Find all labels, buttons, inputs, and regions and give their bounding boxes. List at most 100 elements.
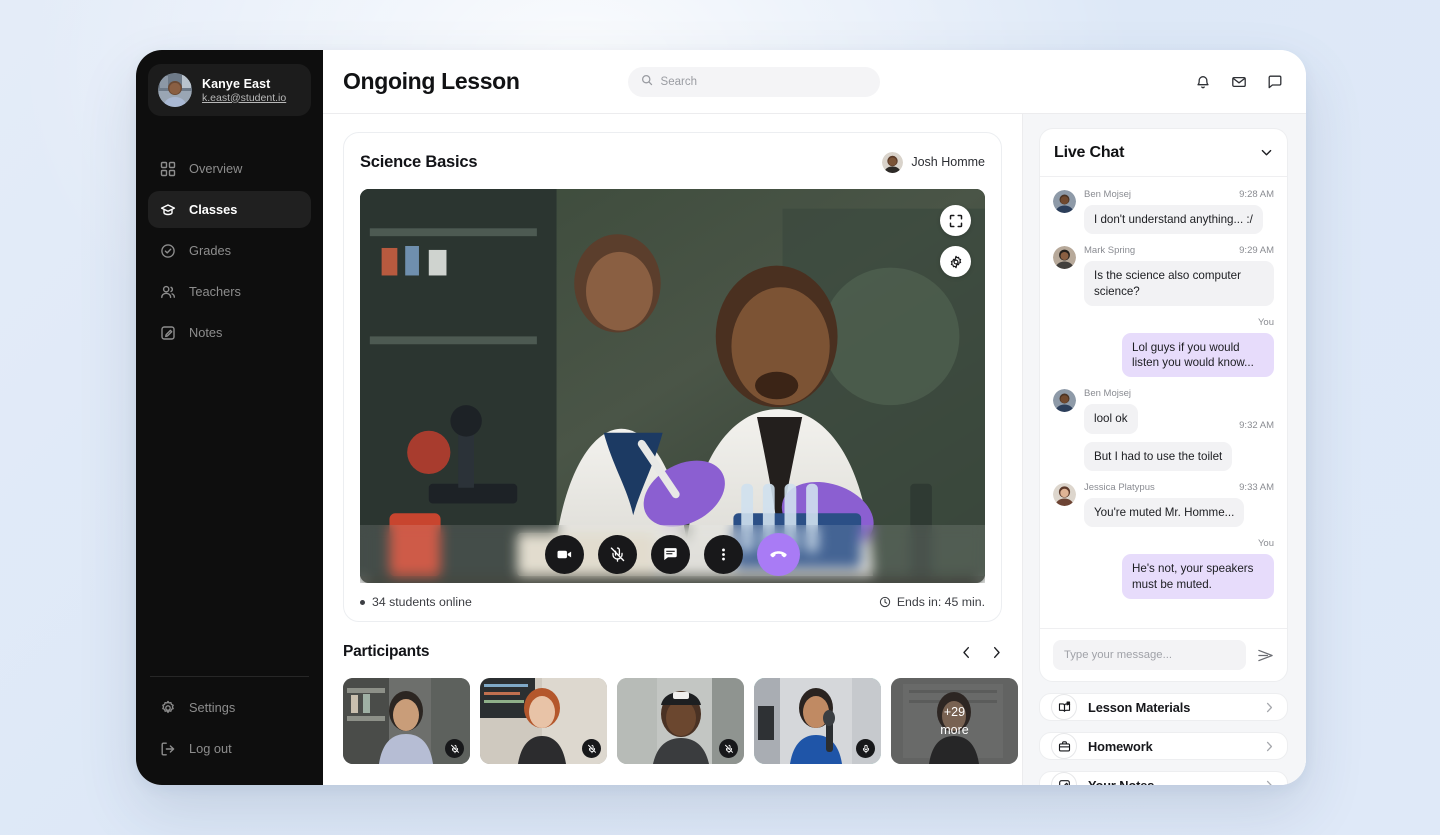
search-bar[interactable] bbox=[627, 66, 880, 97]
live-chat-card: Live Chat Ben Mojsej 9:28 AM I don't und… bbox=[1039, 128, 1288, 682]
message-author: Jessica Platypus bbox=[1084, 482, 1155, 494]
send-icon[interactable] bbox=[1256, 646, 1274, 664]
participant-tile-active[interactable] bbox=[754, 678, 881, 764]
sidebar-item-overview[interactable]: Overview bbox=[148, 150, 311, 187]
sidebar-item-grades[interactable]: Grades bbox=[148, 232, 311, 269]
end-call-icon[interactable] bbox=[757, 532, 800, 576]
message-author: Ben Mojsej bbox=[1084, 388, 1131, 400]
video-player[interactable] bbox=[360, 189, 985, 583]
homework-row[interactable]: Homework bbox=[1039, 732, 1288, 760]
search-input[interactable] bbox=[660, 75, 867, 88]
teacher-avatar bbox=[882, 151, 904, 173]
chat-message-own: You Lol guys if you would listen you wou… bbox=[1053, 317, 1274, 378]
profile-email[interactable]: k.east@student.io bbox=[202, 92, 286, 104]
mail-icon[interactable] bbox=[1230, 73, 1248, 91]
message-bubble: Lol guys if you would listen you would k… bbox=[1122, 332, 1274, 378]
mic-muted-icon bbox=[445, 739, 464, 758]
your-notes-row[interactable]: Your Notes bbox=[1039, 771, 1288, 785]
more-options-icon[interactable] bbox=[704, 534, 743, 574]
message-author: You bbox=[1257, 316, 1274, 328]
sidebar-item-classes[interactable]: Classes bbox=[148, 191, 311, 228]
teacher-info: Josh Homme bbox=[882, 151, 985, 173]
chat-icon[interactable] bbox=[651, 534, 690, 574]
message-bubble: You're muted Mr. Homme... bbox=[1084, 498, 1245, 528]
sidebar-item-logout[interactable]: Log out bbox=[148, 730, 311, 767]
message-input-wrap[interactable] bbox=[1053, 640, 1246, 670]
chat-message: Jessica Platypus 9:33 AM You're muted Mr… bbox=[1053, 482, 1274, 528]
message-author: Mark Spring bbox=[1084, 245, 1136, 257]
chat-input-area bbox=[1040, 628, 1287, 681]
more-label: more bbox=[940, 723, 969, 737]
sidebar-item-notes[interactable]: Notes bbox=[148, 314, 311, 351]
content-area: Science Basics Josh Homme 34 students on… bbox=[323, 114, 1306, 785]
lesson-ends-in: Ends in: 45 min. bbox=[879, 595, 985, 609]
participant-tiles: +29 more bbox=[343, 678, 1018, 764]
message-input[interactable] bbox=[1064, 649, 1235, 661]
ends-in-label: Ends in: 45 min. bbox=[896, 595, 985, 609]
sidebar-divider bbox=[150, 676, 309, 677]
more-participants-overlay: +29 more bbox=[891, 678, 1018, 764]
message-bubble: I don't understand anything... :/ bbox=[1084, 205, 1263, 235]
lesson-status-bar: 34 students online Ends in: 45 min. bbox=[360, 583, 985, 621]
participants-header: Participants bbox=[343, 638, 1002, 666]
sidebar-item-label: Grades bbox=[189, 243, 231, 258]
book-icon bbox=[1051, 694, 1077, 720]
video-frame bbox=[360, 189, 985, 577]
mic-muted-icon[interactable] bbox=[598, 534, 637, 574]
page-title: Ongoing Lesson bbox=[343, 68, 520, 94]
participant-tile-more[interactable]: +29 more bbox=[891, 678, 1018, 764]
lesson-title: Science Basics bbox=[360, 152, 478, 171]
sidebar-item-teachers[interactable]: Teachers bbox=[148, 273, 311, 310]
message-author: Ben Mojsej bbox=[1084, 189, 1131, 200]
sidebar-item-label: Teachers bbox=[189, 284, 241, 299]
participant-tile[interactable] bbox=[617, 678, 744, 764]
video-control-bar bbox=[360, 525, 985, 583]
message-time: 9:33 AM bbox=[1239, 482, 1274, 494]
avatar bbox=[1053, 389, 1076, 413]
chevron-left-icon[interactable] bbox=[960, 645, 972, 659]
sidebar-item-settings[interactable]: Settings bbox=[148, 689, 311, 726]
chevron-down-icon[interactable] bbox=[1260, 146, 1273, 159]
right-column: Live Chat Ben Mojsej 9:28 AM I don't und… bbox=[1022, 114, 1306, 785]
more-count: +29 bbox=[943, 704, 966, 719]
message-bubble: Is the science also computer science? bbox=[1084, 261, 1274, 306]
chevron-right-icon bbox=[1265, 780, 1274, 785]
sidebar-bottom-nav: Settings Log out bbox=[148, 689, 311, 767]
logout-icon bbox=[159, 740, 176, 757]
fullscreen-icon[interactable] bbox=[940, 205, 971, 236]
sidebar-item-label: Notes bbox=[189, 325, 223, 340]
topbar: Ongoing Lesson bbox=[323, 50, 1306, 114]
briefcase-icon bbox=[1051, 733, 1077, 759]
clock-icon bbox=[879, 596, 891, 608]
students-online-label: 34 students online bbox=[372, 595, 472, 609]
message-bubble: He's not, your speakers must be muted. bbox=[1122, 554, 1274, 599]
sidebar-item-label: Settings bbox=[189, 700, 236, 715]
profile-card[interactable]: Kanye East k.east@student.io bbox=[148, 64, 311, 116]
lesson-materials-row[interactable]: Lesson Materials bbox=[1039, 693, 1288, 721]
profile-name: Kanye East bbox=[202, 76, 271, 91]
chat-icon[interactable] bbox=[1266, 73, 1284, 91]
gear-icon bbox=[159, 699, 176, 716]
avatar bbox=[158, 73, 192, 107]
search-icon bbox=[641, 73, 653, 91]
topbar-icons bbox=[1194, 73, 1284, 91]
participant-tile[interactable] bbox=[480, 678, 607, 764]
message-time: 9:28 AM bbox=[1239, 189, 1274, 200]
avatar bbox=[1053, 190, 1076, 213]
center-column: Science Basics Josh Homme 34 students on… bbox=[323, 114, 1022, 785]
participant-tile[interactable] bbox=[343, 678, 470, 764]
chevron-right-icon[interactable] bbox=[990, 645, 1002, 659]
message-bubble: lool ok bbox=[1084, 404, 1138, 434]
chevron-right-icon bbox=[1265, 741, 1274, 752]
settings-gear-icon[interactable] bbox=[940, 246, 971, 277]
avatar bbox=[1053, 483, 1076, 507]
participants-section: Participants +29 more bbox=[343, 638, 1018, 785]
chat-message: Ben Mojsej 9:28 AM I don't understand an… bbox=[1053, 189, 1274, 235]
camera-icon[interactable] bbox=[545, 534, 584, 574]
note-edit-icon bbox=[1051, 772, 1077, 785]
chevron-right-icon bbox=[1265, 702, 1274, 713]
chat-message: Mark Spring 9:29 AM Is the science also … bbox=[1053, 245, 1274, 306]
grid-icon bbox=[159, 160, 176, 177]
bell-icon[interactable] bbox=[1194, 73, 1212, 91]
